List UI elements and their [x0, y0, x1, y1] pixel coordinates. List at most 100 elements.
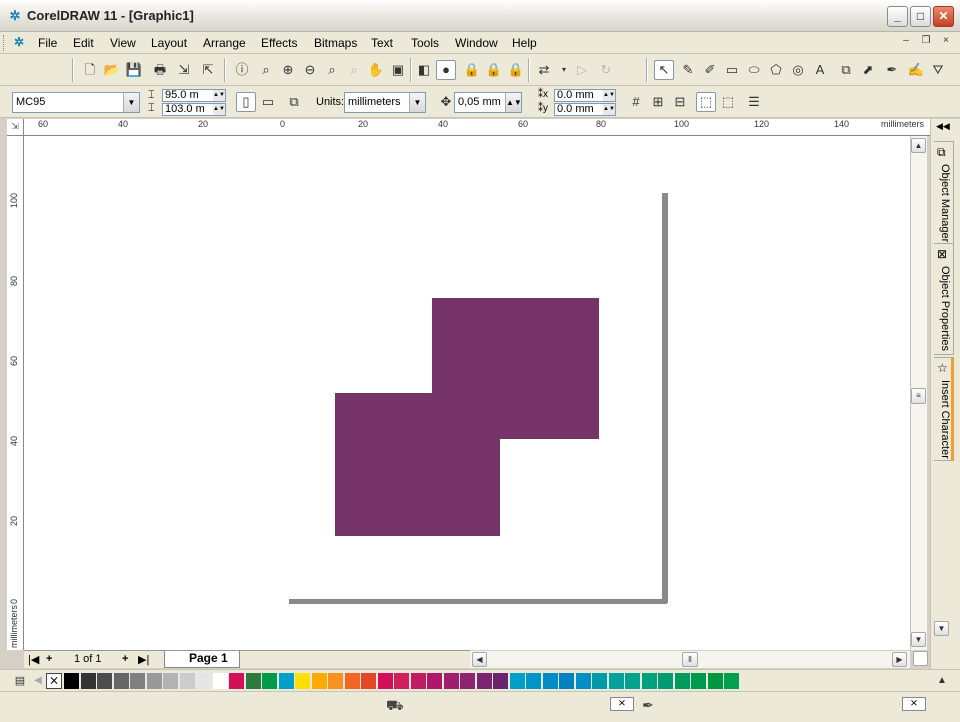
menu-edit[interactable]: Edit [73, 36, 94, 50]
color-swatch[interactable] [179, 673, 196, 689]
redo-icon[interactable]: ↻ [596, 60, 616, 80]
snap-guides-icon[interactable]: ⊞ [648, 92, 668, 112]
color-swatch[interactable] [476, 673, 493, 689]
document-icon[interactable]: ✲ [14, 35, 24, 49]
color-swatch[interactable] [97, 673, 113, 689]
color-swatch[interactable] [575, 673, 592, 689]
color-swatch[interactable] [163, 673, 179, 689]
color-swatch[interactable] [592, 673, 608, 689]
color-icon[interactable]: ● [436, 60, 456, 80]
width-field[interactable]: 95.0 m ▲▼ [162, 89, 226, 102]
zoom-in-icon[interactable]: ⊕ [278, 60, 298, 80]
doc-close-button[interactable]: × [938, 35, 954, 50]
pick-tool-icon[interactable]: ↖ [654, 60, 674, 80]
zoom-fit-icon[interactable]: ⌕ [322, 60, 342, 80]
unlock-icon[interactable]: 🔒 [484, 60, 504, 80]
menu-effects[interactable]: Effects [261, 36, 297, 50]
docker-scroll-down-icon[interactable]: ▼ [934, 621, 949, 636]
transform-icon[interactable]: ⇄ [534, 60, 554, 80]
color-swatch[interactable] [394, 673, 410, 689]
add-page-before-button[interactable]: + [46, 653, 52, 665]
menu-tools[interactable]: Tools [411, 36, 439, 50]
menu-grip[interactable] [3, 35, 6, 51]
horizontal-ruler[interactable]: 60 40 20 0 20 40 60 80 100 120 140 milli… [24, 119, 930, 136]
ruler-origin[interactable]: ⇲ [7, 119, 24, 136]
duplicate-y-field[interactable]: 0.0 mm ▲▼ [554, 103, 616, 116]
select-icon[interactable]: ⬚ [718, 92, 738, 112]
scroll-left-icon[interactable]: ◀ [472, 652, 487, 667]
color-swatch[interactable] [344, 673, 361, 689]
tab-insert-character[interactable]: ☆ Insert Character [934, 357, 954, 461]
color-swatch[interactable] [64, 673, 80, 689]
color-swatch[interactable] [443, 673, 460, 689]
color-swatch[interactable] [361, 673, 377, 689]
text-tool-icon[interactable]: A [810, 60, 830, 80]
paper-size-select[interactable]: MC95 ▼ [12, 92, 140, 113]
color-swatch[interactable] [295, 673, 311, 689]
zoom-page-icon[interactable]: ⌕ [344, 60, 364, 80]
drawing-canvas[interactable] [24, 136, 910, 650]
color-swatch[interactable] [460, 673, 476, 689]
scroll-down-icon[interactable]: ▼ [911, 632, 926, 647]
chevron-down-icon[interactable]: ▼ [409, 93, 425, 112]
color-swatch[interactable] [526, 673, 542, 689]
doc-minimize-button[interactable]: – [898, 35, 914, 50]
height-field[interactable]: 103.0 m ▲▼ [162, 103, 226, 116]
page-layout-icon[interactable]: ⧉ [284, 92, 304, 112]
collapse-docker-button[interactable]: ◀◀ [936, 121, 950, 132]
color-swatch[interactable] [146, 673, 163, 689]
color-swatch[interactable] [212, 673, 229, 689]
duplicate-x-field[interactable]: 0.0 mm ▲▼ [554, 89, 616, 102]
treat-as-filled-icon[interactable]: ⬚ [696, 92, 716, 112]
palette-scroll-left-icon[interactable]: ◀ [28, 671, 48, 691]
scroll-up-icon[interactable]: ▲ [911, 138, 926, 153]
nudge-field[interactable]: 0,05 mm ▲▼ [454, 92, 522, 113]
first-page-button[interactable]: |◀ [28, 653, 39, 666]
options-icon[interactable]: ☰ [744, 92, 764, 112]
vertical-ruler[interactable]: 100 80 60 40 20 0 millimeters [7, 136, 24, 650]
polygon-icon[interactable]: ⬠ [766, 60, 786, 80]
interactive-icon[interactable]: ⧉ [836, 60, 856, 80]
color-swatch[interactable] [278, 673, 295, 689]
export-icon[interactable]: ⇱ [198, 60, 218, 80]
purple-rectangle-lower[interactable] [335, 393, 500, 536]
color-swatch[interactable] [377, 673, 394, 689]
menu-layout[interactable]: Layout [151, 36, 187, 50]
outline-icon[interactable]: ✍ [906, 60, 926, 80]
last-page-button[interactable]: ▶| [138, 653, 149, 666]
units-select[interactable]: millimeters ▼ [344, 92, 426, 113]
open-icon[interactable]: 📂 [102, 60, 122, 80]
close-button[interactable]: ✕ [933, 6, 954, 27]
color-swatch[interactable] [427, 673, 443, 689]
print-icon[interactable]: 🖶 [150, 60, 170, 80]
menu-file[interactable]: File [38, 36, 57, 50]
color-swatch[interactable] [311, 673, 328, 689]
play-icon[interactable]: ▷ [572, 60, 592, 80]
scroll-thumb[interactable]: ⦀ [682, 652, 698, 667]
lock-icon[interactable]: 🔒 [462, 60, 482, 80]
color-swatch[interactable] [328, 673, 344, 689]
color-swatch[interactable] [245, 673, 262, 689]
zoom-out-icon[interactable]: ⊖ [300, 60, 320, 80]
fill-icon[interactable]: ⛛ [928, 60, 948, 80]
vertical-scrollbar[interactable]: ▲ ≡ ▼ [910, 136, 927, 650]
color-swatch[interactable] [80, 673, 97, 689]
page-tab[interactable]: Page 1 [164, 651, 240, 668]
zoom-icon[interactable]: ⌕ [256, 60, 276, 80]
chevron-down-icon[interactable]: ▾ [554, 60, 574, 80]
menu-arrange[interactable]: Arrange [203, 36, 246, 50]
interactive2-icon[interactable]: ⬈ [858, 60, 878, 80]
stepper-icon[interactable]: ▲▼ [603, 104, 615, 115]
ellipse-icon[interactable]: ⬭ [744, 60, 764, 80]
maximize-button[interactable]: □ [910, 6, 931, 27]
menu-help[interactable]: Help [512, 36, 537, 50]
lock2-icon[interactable]: 🔒 [506, 60, 526, 80]
rectangle-icon[interactable]: ▭ [722, 60, 742, 80]
color-swatch[interactable] [196, 673, 212, 689]
color-swatch[interactable] [262, 673, 278, 689]
shape-icon[interactable]: ◧ [414, 60, 434, 80]
color-swatch[interactable] [410, 673, 427, 689]
chevron-down-icon[interactable]: ▼ [123, 93, 139, 112]
color-swatch[interactable] [674, 673, 691, 689]
doc-restore-button[interactable]: ❐ [918, 35, 934, 50]
